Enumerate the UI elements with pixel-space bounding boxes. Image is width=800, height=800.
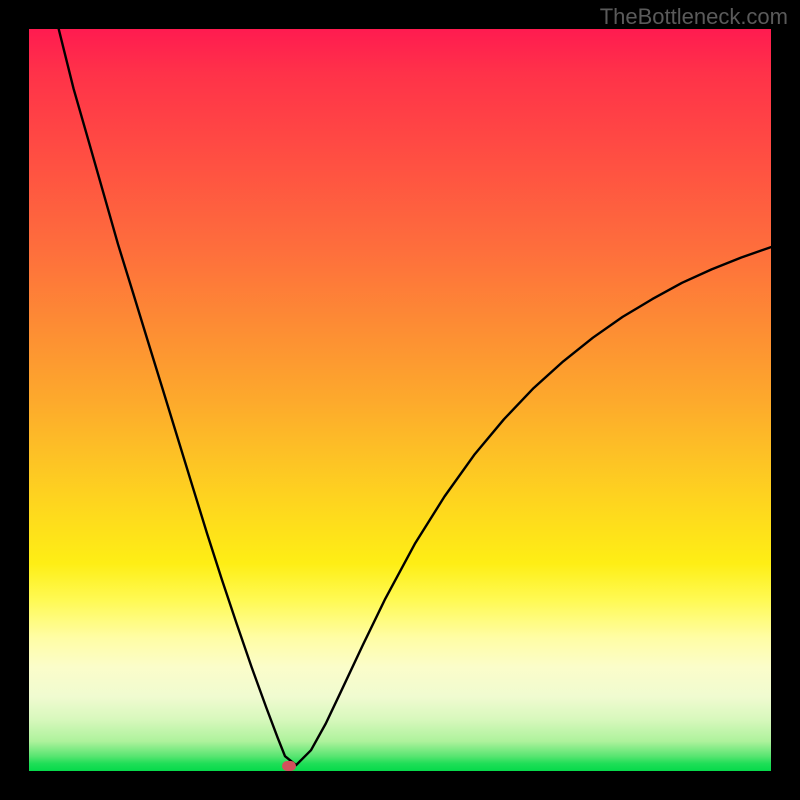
chart-frame: TheBottleneck.com (0, 0, 800, 800)
optimum-marker (282, 761, 296, 771)
plot-area (29, 29, 771, 771)
watermark-text: TheBottleneck.com (600, 4, 788, 30)
bottleneck-curve (29, 29, 771, 771)
